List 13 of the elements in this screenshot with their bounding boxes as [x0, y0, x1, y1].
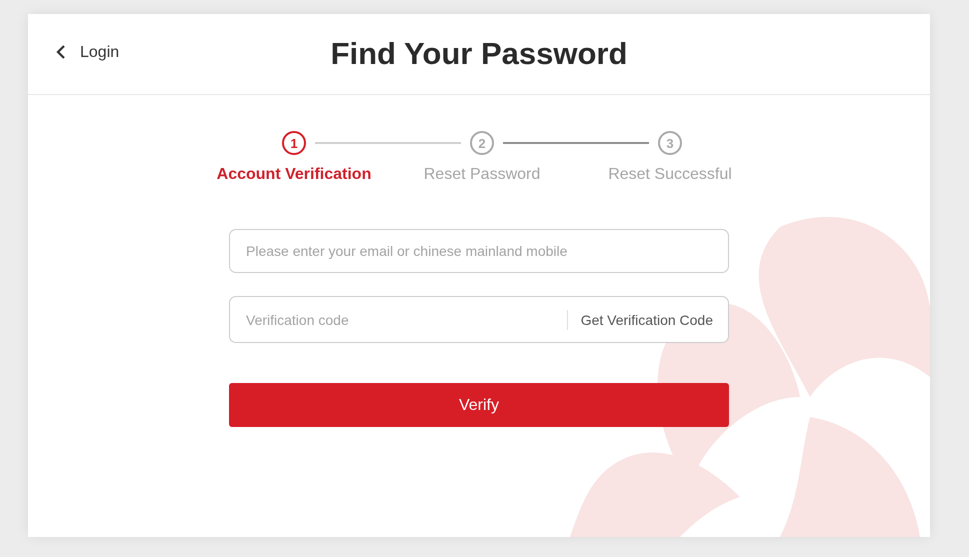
step-label: Reset Successful	[608, 165, 732, 183]
page-title: Find Your Password	[330, 36, 628, 72]
get-code-button[interactable]: Get Verification Code	[580, 312, 713, 328]
chevron-left-icon	[56, 44, 66, 60]
account-input-field[interactable]: Please enter your email or chinese mainland mobile	[229, 229, 729, 273]
step-label: Reset Password	[424, 165, 540, 183]
step-number: 2	[470, 131, 494, 155]
step-label: Account Verification	[216, 165, 372, 183]
back-link[interactable]: Login	[56, 43, 120, 61]
step-number: 1	[282, 131, 306, 155]
verification-code-field[interactable]: Verification code Get Verification Code	[229, 296, 729, 343]
step-number: 3	[658, 131, 682, 155]
verify-button[interactable]: Verify	[229, 383, 729, 427]
